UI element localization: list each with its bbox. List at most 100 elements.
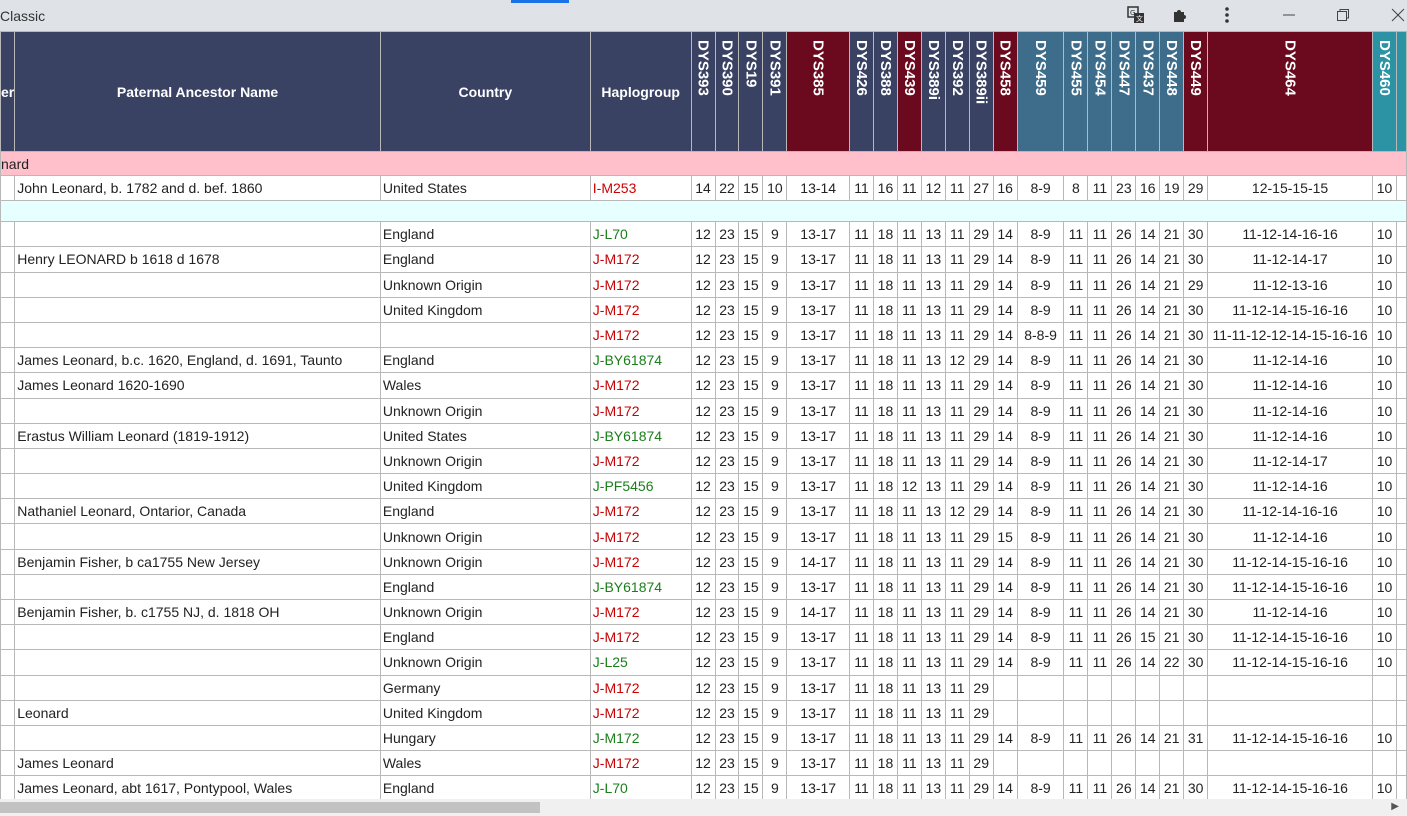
- marker-value-cell: 23: [714, 523, 740, 550]
- haplogroup-link[interactable]: J-L70: [589, 221, 692, 248]
- haplogroup-link[interactable]: J-M172: [589, 674, 692, 701]
- haplogroup-link[interactable]: J-M172: [589, 397, 692, 424]
- scroll-right-arrow-icon[interactable]: ▶: [1391, 801, 1399, 812]
- haplogroup-link[interactable]: J-M172: [589, 372, 692, 399]
- table-row[interactable]: Unknown Origin J-M172 12 23 15 9 13-17 11 18 11 13…: [0, 447, 1407, 475]
- haplogroup-link[interactable]: J-M172: [589, 750, 692, 777]
- overflow-cell: [1395, 246, 1407, 273]
- close-icon[interactable]: [1386, 4, 1407, 26]
- horizontal-scrollbar[interactable]: ▶: [0, 799, 1407, 816]
- country-cell: Unknown Origin: [379, 397, 591, 424]
- table-row[interactable]: Benjamin Fisher, b. c1755 NJ, d. 1818 OH…: [0, 598, 1407, 626]
- haplogroup-link[interactable]: J-BY61874: [589, 422, 692, 449]
- table-row[interactable]: James Leonard, b.c. 1620, England, d. 16…: [0, 347, 1407, 374]
- col-header-dys19[interactable]: DYS19: [738, 31, 764, 152]
- col-header-dys393[interactable]: DYS393: [690, 31, 716, 152]
- translate-icon[interactable]: G文: [1124, 4, 1148, 26]
- marker-value-cell: 11: [896, 674, 922, 701]
- table-row[interactable]: James Leonard 1620-1690 Wales J-M172 12 23 15…: [0, 372, 1407, 399]
- table-row[interactable]: J-M172 12 23 15 9 13-17 11 18 11 13 11 29 14 8-8-9 11 1…: [0, 321, 1407, 349]
- haplogroup-link[interactable]: J-M172: [589, 598, 692, 626]
- col-header-dys455[interactable]: DYS455: [1063, 31, 1089, 152]
- haplogroup-link[interactable]: J-L70: [589, 775, 692, 802]
- haplogroup-link[interactable]: J-M172: [589, 498, 692, 525]
- table-row[interactable]: Unknown Origin J-M172 12 23 15 9 13-17 11 18 11 13…: [0, 397, 1407, 424]
- col-header-haplogroup[interactable]: Haplogroup: [589, 31, 692, 152]
- group-row[interactable]: nard: [0, 151, 1407, 176]
- table-row[interactable]: England J-L70 12 23 15 9 13-17 11 18 11 13 11 29 14 8-…: [0, 221, 1407, 248]
- haplogroup-link[interactable]: J-M172: [589, 699, 692, 726]
- table-row[interactable]: Henry LEONARD b 1618 d 1678 England J-M172…: [0, 246, 1407, 273]
- marker-value-cell: 12: [690, 573, 716, 601]
- marker-value-cell: 13: [920, 246, 946, 273]
- table-row[interactable]: England J-BY61874 12 23 15 9 13-17 11 18 11 13 11 29…: [0, 573, 1407, 601]
- table-row[interactable]: Erastus William Leonard (1819-1912) Unite…: [0, 422, 1407, 449]
- col-header-country[interactable]: Country: [379, 31, 591, 152]
- table-row[interactable]: James Leonard Wales J-M172 12 23 15 9 13-17 11 18…: [0, 750, 1407, 777]
- marker-value-cell: 11: [896, 724, 922, 752]
- marker-value-cell: 10: [1372, 598, 1397, 626]
- table-row[interactable]: Nathaniel Leonard, Ontarior, Canada Engla…: [0, 498, 1407, 525]
- haplogroup-link[interactable]: J-PF5456: [589, 473, 692, 500]
- haplogroup-link[interactable]: J-M172: [589, 296, 692, 323]
- col-header-partial[interactable]: er: [0, 31, 16, 152]
- marker-value-cell: 10: [1372, 397, 1397, 424]
- col-header-dys447[interactable]: DYS447: [1111, 31, 1137, 152]
- col-header-dys460[interactable]: DYS460: [1372, 31, 1397, 152]
- table-row[interactable]: United Kingdom J-PF5456 12 23 15 9 13-17 11 18 12…: [0, 473, 1407, 500]
- marker-value-cell: 30: [1183, 498, 1209, 525]
- haplogroup-link[interactable]: J-M172: [589, 548, 692, 575]
- table-row[interactable]: Unknown Origin J-M172 12 23 15 9 13-17 11 18 11 13…: [0, 523, 1407, 550]
- col-header-dys449[interactable]: DYS449: [1183, 31, 1209, 152]
- marker-value-cell: 16: [992, 174, 1018, 202]
- col-header-dys448[interactable]: DYS448: [1159, 31, 1185, 152]
- haplogroup-link[interactable]: J-M172: [589, 724, 692, 752]
- marker-value-cell: 21: [1159, 775, 1185, 802]
- row-edge-cell: [0, 624, 16, 651]
- haplogroup-link[interactable]: J-M172: [589, 246, 692, 273]
- haplogroup-link[interactable]: J-M172: [589, 321, 692, 349]
- col-header-dys439[interactable]: DYS439: [896, 31, 922, 152]
- col-header-ancestor[interactable]: Paternal Ancestor Name: [14, 31, 381, 152]
- puzzle-icon[interactable]: [1168, 4, 1192, 26]
- table-row[interactable]: Leonard United Kingdom J-M172 12 23 15 9 13-17 1…: [0, 699, 1407, 726]
- col-header-dys385[interactable]: DYS385: [786, 31, 851, 152]
- col-header-dys389ii[interactable]: DYS389ii: [968, 31, 994, 152]
- scrollbar-thumb[interactable]: [0, 802, 540, 813]
- haplogroup-link[interactable]: J-M172: [589, 271, 692, 298]
- haplogroup-link[interactable]: J-BY61874: [589, 573, 692, 601]
- table-row[interactable]: John Leonard, b. 1782 and d. bef. 1860 Un…: [0, 174, 1407, 202]
- col-header-dys388[interactable]: DYS388: [873, 31, 898, 152]
- minimize-icon[interactable]: [1277, 4, 1301, 26]
- kebab-menu-icon[interactable]: [1215, 4, 1239, 26]
- col-header-dys391[interactable]: DYS391: [762, 31, 788, 152]
- haplogroup-link[interactable]: J-M172: [589, 624, 692, 651]
- col-header-dys389i[interactable]: DYS389i: [920, 31, 946, 152]
- table-row[interactable]: Unknown Origin J-L25 12 23 15 9 13-17 11 18 11 13 1…: [0, 649, 1407, 676]
- haplogroup-link[interactable]: I-M253: [589, 174, 692, 202]
- table-row[interactable]: United Kingdom J-M172 12 23 15 9 13-17 11 18 11 13…: [0, 296, 1407, 323]
- haplogroup-link[interactable]: J-M172: [589, 447, 692, 475]
- marker-value-cell: 12: [690, 321, 716, 349]
- table-row[interactable]: Benjamin Fisher, b ca1755 New Jersey Unkn…: [0, 548, 1407, 575]
- table-row[interactable]: James Leonard, abt 1617, Pontypool, Wale…: [0, 775, 1407, 802]
- col-header-dys464[interactable]: DYS464: [1207, 31, 1374, 152]
- col-header-dys454[interactable]: DYS454: [1087, 31, 1113, 152]
- haplogroup-link[interactable]: J-L25: [589, 649, 692, 676]
- col-header-dys459[interactable]: DYS459: [1016, 31, 1065, 152]
- col-header-dys426[interactable]: DYS426: [849, 31, 874, 152]
- restore-icon[interactable]: [1331, 4, 1355, 26]
- table-row[interactable]: Germany J-M172 12 23 15 9 13-17 11 18 11 13 11 29: [0, 674, 1407, 701]
- marker-value-cell: 11: [1063, 775, 1089, 802]
- marker-value-cell: 21: [1159, 321, 1185, 349]
- col-header-dys437[interactable]: DYS437: [1135, 31, 1161, 152]
- table-row[interactable]: Unknown Origin J-M172 12 23 15 9 13-17 11 18 11 13…: [0, 271, 1407, 298]
- marker-value-cell: 14: [1135, 321, 1161, 349]
- col-header-dys390[interactable]: DYS390: [714, 31, 740, 152]
- haplogroup-link[interactable]: J-M172: [589, 523, 692, 550]
- table-row[interactable]: Hungary J-M172 12 23 15 9 13-17 11 18 11 13 11 29 14 8…: [0, 724, 1407, 752]
- haplogroup-link[interactable]: J-BY61874: [589, 347, 692, 374]
- col-header-dys392[interactable]: DYS392: [944, 31, 970, 152]
- col-header-dys458[interactable]: DYS458: [992, 31, 1018, 152]
- table-row[interactable]: England J-M172 12 23 15 9 13-17 11 18 11 13 11 29 14 8…: [0, 624, 1407, 651]
